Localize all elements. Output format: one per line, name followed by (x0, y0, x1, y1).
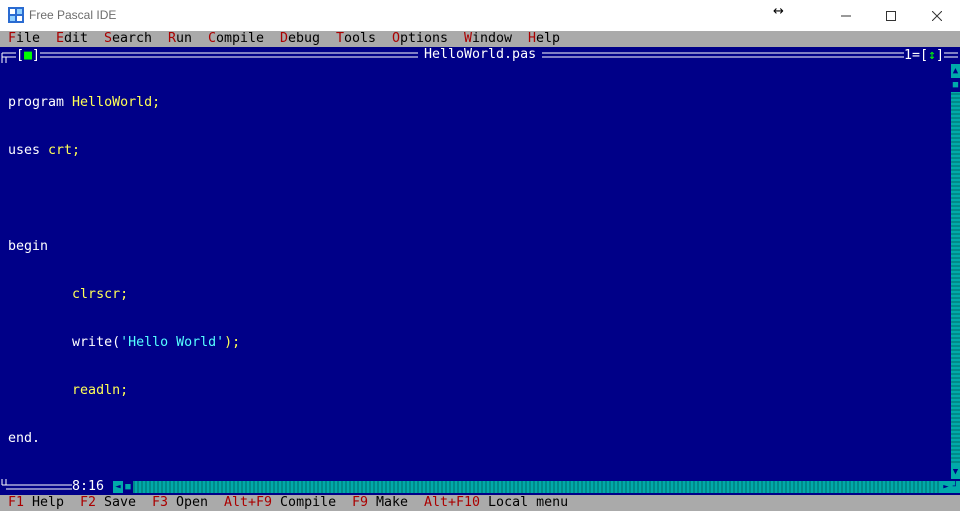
code-line: write('Hello World'); (72, 335, 241, 350)
maximize-button[interactable] (868, 0, 914, 31)
vertical-scroll-thumb[interactable]: ■ (951, 78, 960, 92)
code-line: uses crt; (8, 143, 81, 158)
scroll-right-arrow-icon[interactable]: ► (941, 481, 951, 493)
close-square-icon: ■ (24, 48, 33, 63)
menu-debug[interactable]: Debug (280, 31, 320, 47)
menu-tools[interactable]: Tools (336, 31, 376, 47)
minimize-button[interactable] (823, 0, 869, 31)
code-line: clrscr; (72, 287, 129, 302)
status-local-menu[interactable]: Alt+F10 Local menu (424, 495, 568, 511)
menu-run[interactable]: Run (168, 31, 192, 47)
code-line: end. (8, 431, 41, 446)
resize-cursor-icon: ↔ (773, 4, 784, 19)
editor-filename-tab: HelloWorld.pas (418, 47, 543, 63)
editor-close-box[interactable]: [■] (16, 48, 41, 64)
menu-help[interactable]: Help (528, 31, 560, 47)
horizontal-scrollbar[interactable]: ◄ ■ ► (113, 481, 951, 493)
status-compile[interactable]: Alt+F9 Compile (224, 495, 336, 511)
status-make[interactable]: F9 Make (352, 495, 408, 511)
menu-compile[interactable]: Compile (208, 31, 264, 47)
zoom-arrows-icon: ↕ (928, 48, 937, 63)
scroll-down-arrow-icon[interactable]: ▼ (951, 465, 960, 479)
window-titlebar: Free Pascal IDE ↔ (0, 0, 960, 31)
status-help[interactable]: F1 Help (8, 495, 64, 511)
menu-bar: File Edit Search Run Compile Debug Tools… (0, 31, 960, 47)
menu-window[interactable]: Window (464, 31, 512, 47)
vertical-scrollbar[interactable]: ▲ ■ ▼ (951, 64, 960, 479)
menu-edit[interactable]: Edit (56, 31, 88, 47)
vertical-scroll-track[interactable] (951, 64, 960, 479)
scroll-left-arrow-icon[interactable]: ◄ (113, 481, 123, 493)
minimize-icon (841, 15, 851, 16)
close-icon (932, 10, 942, 21)
editor-zoom-box[interactable]: 1=[↕] (904, 48, 945, 64)
horizontal-scroll-thumb[interactable]: ■ (123, 481, 133, 493)
maximize-icon (886, 10, 896, 21)
code-line: program HelloWorld; (8, 95, 161, 110)
window-number: 1 (904, 48, 913, 63)
status-open[interactable]: F3 Open (152, 495, 208, 511)
close-button[interactable] (914, 0, 960, 31)
free-pascal-app-icon[interactable] (8, 7, 24, 23)
code-editor[interactable]: program HelloWorld; uses crt; begin clrs… (8, 63, 948, 479)
scroll-up-arrow-icon[interactable]: ▲ (951, 64, 960, 78)
resize-corner[interactable]: ┘ (951, 481, 960, 493)
code-line: readln; (72, 383, 129, 398)
status-bar: F1 Help F2 Save F3 Open Alt+F9 Compile F… (0, 495, 960, 511)
code-line: begin (8, 239, 49, 254)
menu-file[interactable]: File (8, 31, 40, 47)
window-title: Free Pascal IDE (29, 8, 117, 22)
menu-options[interactable]: Options (392, 31, 448, 47)
menu-search[interactable]: Search (104, 31, 152, 47)
status-save[interactable]: F2 Save (80, 495, 136, 511)
cursor-position: 8:16 (72, 479, 105, 494)
